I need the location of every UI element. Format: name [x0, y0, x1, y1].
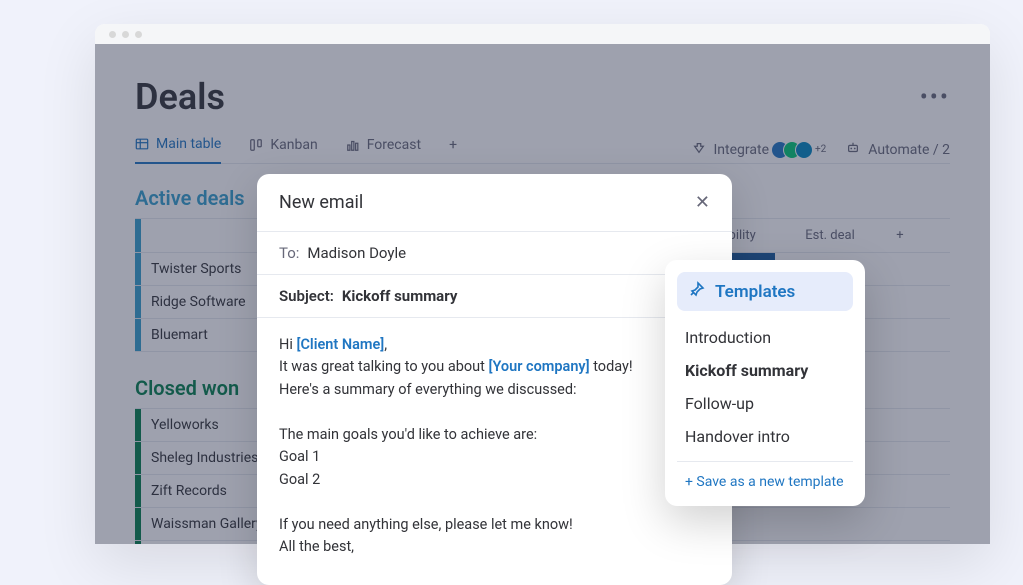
window-dot: [109, 31, 116, 38]
pin-icon: [689, 281, 705, 302]
template-item[interactable]: Introduction: [677, 321, 853, 354]
email-body[interactable]: Hi [Client Name], It was great talking t…: [257, 318, 732, 585]
page-title: Deals: [135, 76, 225, 118]
column-header-est-deal[interactable]: Est. deal: [775, 219, 885, 252]
chart-icon: [346, 138, 360, 152]
integrate-button[interactable]: Integrate +2: [692, 141, 827, 159]
templates-title: Templates: [715, 282, 795, 302]
tabs-row: Main table Kanban Forecast +: [135, 136, 950, 164]
robot-icon: [846, 141, 860, 159]
body-text: Goal 2: [279, 471, 320, 488]
integrate-icon: [692, 141, 706, 159]
to-label: To:: [279, 244, 299, 262]
integrate-label: Integrate: [714, 142, 770, 158]
email-to-field[interactable]: To: Madison Doyle: [257, 232, 732, 275]
tab-label: Forecast: [367, 137, 421, 153]
tab-main-table[interactable]: Main table: [135, 136, 221, 164]
new-email-modal: New email ✕ To: Madison Doyle Subject: K…: [257, 174, 732, 585]
templates-panel: Templates Introduction Kickoff summary F…: [665, 260, 865, 506]
body-text: today!: [590, 358, 633, 375]
body-text: Here's a summary of everything we discus…: [279, 381, 577, 398]
window-titlebar: [95, 24, 990, 44]
placeholder-your-company: [Your company]: [488, 358, 589, 375]
table-icon: [135, 137, 149, 151]
body-text: It was great talking to you about: [279, 358, 488, 375]
tab-label: Kanban: [270, 137, 317, 153]
templates-header[interactable]: Templates: [677, 272, 853, 311]
subject-value: Kickoff summary: [342, 287, 458, 305]
body-text: Hi: [279, 336, 296, 353]
window-dot: [135, 31, 142, 38]
body-text: Goal 1: [279, 448, 320, 465]
template-item[interactable]: Handover intro: [677, 420, 853, 453]
template-item[interactable]: Kickoff summary: [677, 354, 853, 387]
automate-label: Automate / 2: [868, 142, 950, 158]
window-dot: [122, 31, 129, 38]
avatar-overflow: +2: [815, 144, 826, 155]
save-as-template-button[interactable]: + Save as a new template: [677, 470, 853, 494]
email-subject-field[interactable]: Subject: Kickoff summary: [257, 275, 732, 318]
subject-label: Subject:: [279, 287, 334, 305]
tab-kanban[interactable]: Kanban: [249, 137, 317, 163]
divider: [677, 461, 853, 462]
body-text: ,: [384, 336, 387, 353]
tab-label: Main table: [156, 136, 221, 152]
body-text: The main goals you'd like to achieve are…: [279, 426, 537, 443]
email-modal-title: New email: [279, 192, 363, 213]
add-column-button[interactable]: +: [885, 219, 915, 252]
automate-button[interactable]: Automate / 2: [846, 141, 950, 159]
kanban-icon: [249, 138, 263, 152]
avatar: [795, 141, 813, 159]
tab-forecast[interactable]: Forecast: [346, 137, 421, 163]
add-tab-button[interactable]: +: [449, 137, 457, 163]
email-modal-header: New email ✕: [257, 174, 732, 232]
to-value: Madison Doyle: [307, 244, 406, 262]
close-icon[interactable]: ✕: [695, 192, 710, 213]
template-item[interactable]: Follow-up: [677, 387, 853, 420]
more-menu-button[interactable]: •••: [920, 83, 950, 111]
placeholder-client-name: [Client Name]: [296, 336, 384, 353]
integrate-avatars: +2: [777, 141, 826, 159]
page-header: Deals •••: [135, 76, 950, 118]
body-text: All the best,: [279, 538, 354, 555]
body-text: If you need anything else, please let me…: [279, 516, 573, 533]
